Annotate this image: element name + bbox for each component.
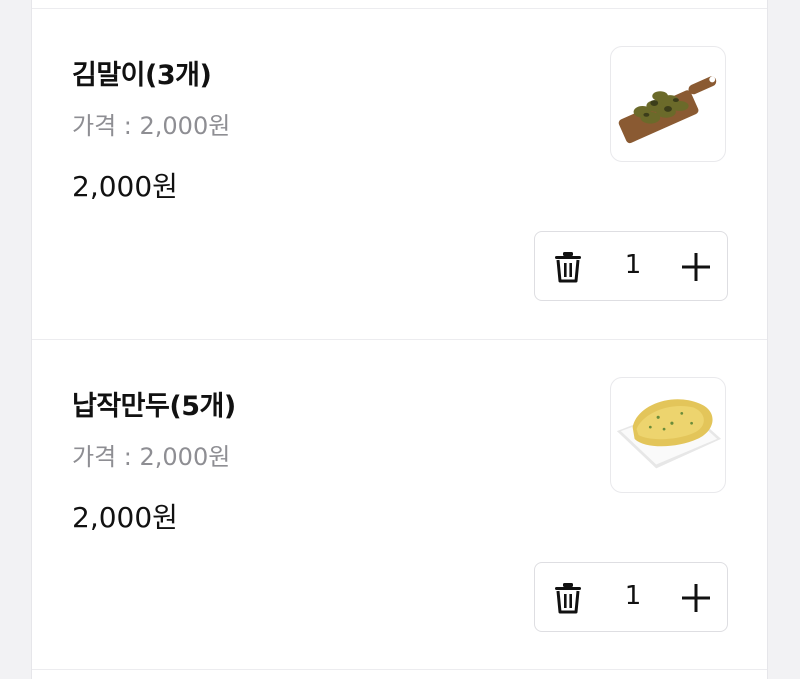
cart-item: 김말이(3개) 가격 : 2,000원 2,000원 1 — [32, 9, 767, 339]
quantity-value: 1 — [624, 250, 642, 280]
item-total-price: 2,000원 — [72, 501, 178, 534]
fried-seaweed-roll-image — [610, 46, 726, 162]
quantity-stepper: 1 — [534, 231, 728, 301]
cart-item-list: 김말이(3개) 가격 : 2,000원 2,000원 1 납작만두(5개) 가격… — [31, 0, 768, 679]
trash-icon[interactable] — [553, 251, 583, 283]
divider — [32, 669, 767, 670]
quantity-stepper: 1 — [534, 562, 728, 632]
cart-item: 납작만두(5개) 가격 : 2,000원 2,000원 1 — [32, 340, 767, 670]
trash-icon[interactable] — [553, 582, 583, 614]
quantity-value: 1 — [624, 581, 642, 611]
item-name: 김말이(3개) — [72, 60, 212, 91]
cart-page: 김말이(3개) 가격 : 2,000원 2,000원 1 납작만두(5개) 가격… — [0, 0, 800, 679]
plus-icon[interactable] — [681, 583, 711, 613]
flat-dumpling-image — [610, 377, 726, 493]
item-total-price: 2,000원 — [72, 170, 178, 203]
item-unit-price: 가격 : 2,000원 — [72, 443, 231, 471]
item-unit-price: 가격 : 2,000원 — [72, 112, 231, 140]
item-name: 납작만두(5개) — [72, 391, 236, 422]
plus-icon[interactable] — [681, 252, 711, 282]
